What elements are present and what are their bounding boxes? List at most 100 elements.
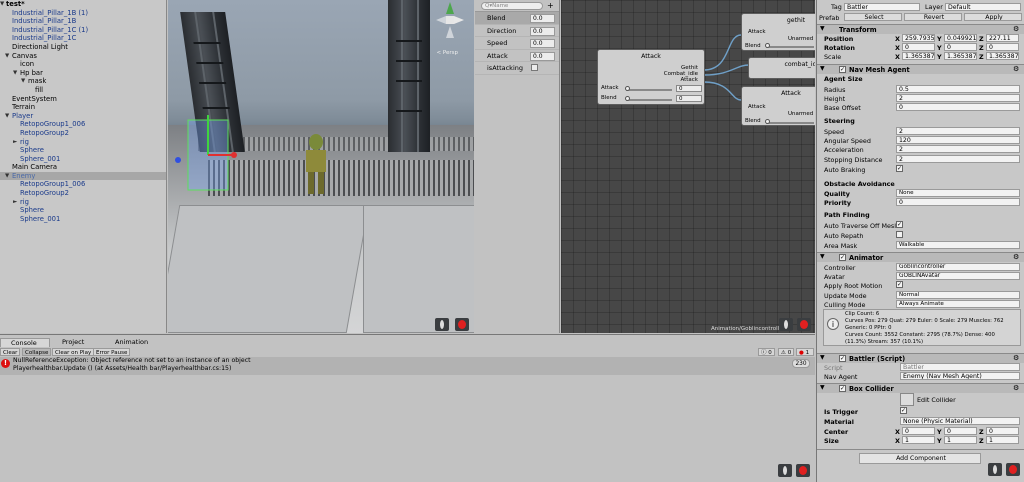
slider-knob[interactable] <box>625 96 630 101</box>
hierarchy-item[interactable]: ► rig <box>0 198 166 207</box>
tab-project[interactable]: Project <box>52 338 102 347</box>
gear-icon[interactable]: ⚙ <box>1013 253 1019 261</box>
scene-view[interactable]: < Persp <box>168 0 474 333</box>
collapse-arrow-icon[interactable]: ▼ <box>820 65 825 72</box>
expand-arrow-icon[interactable]: ► <box>13 198 17 207</box>
parameter-row[interactable]: Blend 0.0 <box>475 12 559 25</box>
parameter-value[interactable]: 0.0 <box>530 39 555 49</box>
mic-button[interactable] <box>779 318 793 331</box>
hierarchy-item[interactable]: ▼ mask <box>0 77 166 86</box>
transform-pos-x-field[interactable]: 259.7935 <box>902 34 935 42</box>
nav-agent-field[interactable]: Enemy (Nav Mesh Agent) <box>900 372 1020 380</box>
expand-arrow-icon[interactable]: ▼ <box>5 52 9 61</box>
clear-button[interactable]: Clear <box>0 348 21 356</box>
expand-arrow-icon[interactable]: ► <box>13 138 17 147</box>
transform-pos-z-field[interactable]: 227.11 <box>986 34 1019 42</box>
collapse-button[interactable]: Collapse <box>22 348 52 356</box>
hierarchy-item[interactable]: fill <box>0 86 166 95</box>
hierarchy-item[interactable]: RetopoGroup1_006 <box>0 120 166 129</box>
slider-knob[interactable] <box>765 43 770 48</box>
area-mask-dropdown[interactable]: Walkable <box>896 241 1020 249</box>
nav-stop-field[interactable]: 2 <box>896 155 1020 163</box>
slider[interactable] <box>766 46 814 48</box>
culling-mode-dropdown[interactable]: Always Animate <box>896 300 1020 308</box>
animator-avatar-field[interactable]: GOBLINAvatar <box>896 272 1020 280</box>
mic-button[interactable] <box>778 464 792 477</box>
transform-scl-y-field[interactable]: 1.365387 <box>944 52 977 60</box>
nav-radius-field[interactable]: 0.5 <box>896 85 1020 93</box>
tab-animation[interactable]: Animation <box>105 338 165 347</box>
nav-acc-field[interactable]: 2 <box>896 145 1020 153</box>
animator-enabled-checkbox[interactable]: ✓ <box>839 254 846 261</box>
parameter-search-input[interactable]: Q▾Name <box>481 2 543 10</box>
edit-collider-button[interactable] <box>900 393 914 406</box>
box-c-x-field[interactable]: 0 <box>902 427 935 435</box>
tag-dropdown[interactable]: Battler <box>844 3 920 11</box>
record-button[interactable] <box>796 464 810 477</box>
player-selection-gizmo[interactable] <box>168 100 248 200</box>
box-collider-header[interactable]: Box Collider <box>817 383 1024 393</box>
hierarchy-item[interactable]: ▼ Player <box>0 112 166 121</box>
slider[interactable] <box>626 89 672 91</box>
hierarchy-item[interactable]: ▼ Hp bar <box>0 69 166 78</box>
priority-field[interactable]: 0 <box>896 198 1020 206</box>
transform-rot-x-field[interactable]: 0 <box>902 43 935 51</box>
animator-controller-field[interactable]: Goblincontroller <box>896 263 1020 271</box>
nav-base_offset-field[interactable]: 0 <box>896 103 1020 111</box>
hierarchy-item[interactable]: Terrain <box>0 103 166 112</box>
error-pause-button[interactable]: Error Pause <box>93 348 131 356</box>
nav-height-field[interactable]: 2 <box>896 94 1020 102</box>
quality-dropdown[interactable]: None <box>896 189 1020 197</box>
clear-on-play-button[interactable]: Clear on Play <box>52 348 95 356</box>
layer-dropdown[interactable]: Default <box>945 3 1021 11</box>
box-s-x-field[interactable]: 1 <box>902 436 935 444</box>
info-count-button[interactable]: ⓘ 0 <box>758 348 775 356</box>
hierarchy-item[interactable]: Sphere <box>0 206 166 215</box>
scene-name[interactable]: ▼ test* <box>0 0 166 9</box>
prefab-revert-button[interactable]: Revert <box>904 13 962 21</box>
hierarchy-item[interactable]: Sphere <box>0 146 166 155</box>
update-mode-dropdown[interactable]: Normal <box>896 291 1020 299</box>
hierarchy-item[interactable]: Directional Light <box>0 43 166 52</box>
expand-arrow-icon[interactable]: ▼ <box>5 112 9 121</box>
hierarchy-item[interactable]: ▼ Enemy <box>0 171 166 181</box>
parameter-value[interactable]: 0.0 <box>530 14 555 23</box>
gear-icon[interactable]: ⚙ <box>1013 25 1019 33</box>
record-button[interactable] <box>455 318 469 331</box>
animator-header[interactable]: Animator <box>817 252 1024 262</box>
hierarchy-item[interactable]: EventSystem <box>0 95 166 104</box>
slider[interactable] <box>766 122 814 124</box>
box-collider-enabled-checkbox[interactable]: ✓ <box>839 385 846 392</box>
expand-arrow-icon[interactable]: ▼ <box>13 69 17 78</box>
transform-rot-y-field[interactable]: 0 <box>944 43 977 51</box>
transform-pos-y-field[interactable]: 0.049921 <box>944 34 977 42</box>
animator-graph[interactable]: Attack Gethit Combat_idle Attack Attack … <box>561 0 815 333</box>
transform-scl-x-field[interactable]: 1.365387 <box>902 52 935 60</box>
prefab-apply-button[interactable]: Apply <box>964 13 1022 21</box>
parameter-row[interactable]: Direction 0.0 <box>475 25 559 38</box>
battler-script-header[interactable]: Battler (Script) <box>817 353 1024 363</box>
gear-icon[interactable]: ⚙ <box>1013 65 1019 73</box>
node-attack[interactable]: Attack Gethit Combat_idle Attack Attack … <box>597 49 705 105</box>
transform-scl-z-field[interactable]: 1.365387 <box>986 52 1019 60</box>
mic-button[interactable] <box>435 318 449 331</box>
nav-speed-field[interactable]: 2 <box>896 127 1020 135</box>
auto-traverse-checkbox[interactable]: ✓ <box>896 221 903 228</box>
expand-arrow-icon[interactable]: ▼ <box>21 77 25 86</box>
node-combat-idle[interactable]: combat_id <box>748 57 815 79</box>
orientation-gizmo[interactable] <box>430 0 470 52</box>
box-c-y-field[interactable]: 0 <box>944 427 977 435</box>
record-button[interactable] <box>797 318 811 331</box>
param-value[interactable]: 0 <box>676 85 702 92</box>
hierarchy-item[interactable]: Industrial_Pillar_1B <box>0 17 166 26</box>
goblin-enemy[interactable] <box>298 130 338 200</box>
mic-button[interactable] <box>988 463 1002 476</box>
gear-icon[interactable]: ⚙ <box>1013 384 1019 392</box>
hierarchy-item[interactable]: ▼ Canvas <box>0 52 166 61</box>
tab-console[interactable]: Console <box>0 338 50 347</box>
parameter-row[interactable]: Speed 0.0 <box>475 37 559 50</box>
hierarchy-item[interactable]: Sphere_001 <box>0 215 166 224</box>
hierarchy-item[interactable]: RetopoGroup1_006 <box>0 180 166 189</box>
box-s-y-field[interactable]: 1 <box>944 436 977 444</box>
warn-count-button[interactable]: ⚠ 0 <box>778 348 795 356</box>
